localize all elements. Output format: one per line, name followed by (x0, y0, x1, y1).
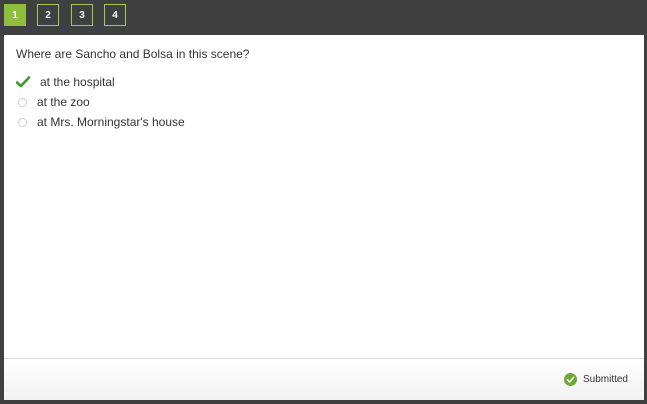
question-nav-bar: 1 2 3 4 (0, 0, 647, 35)
status-footer: Submitted (4, 359, 644, 400)
quiz-window: 1 2 3 4 Where are Sancho and Bolsa in th… (0, 0, 647, 404)
radio-button[interactable] (18, 97, 27, 107)
check-icon (16, 76, 30, 88)
radio-button[interactable] (18, 117, 27, 127)
answer-option-label: at the zoo (37, 95, 90, 109)
question-nav-button-2[interactable]: 2 (37, 4, 59, 26)
answer-option-3[interactable]: at Mrs. Morningstar's house (16, 114, 185, 130)
answer-option-label: at the hospital (40, 75, 115, 89)
question-text: Where are Sancho and Bolsa in this scene… (16, 47, 250, 61)
question-nav-button-3[interactable]: 3 (71, 4, 93, 26)
answer-option-1[interactable]: at the hospital (16, 74, 115, 90)
question-nav-button-4[interactable]: 4 (104, 4, 126, 26)
question-panel: Where are Sancho and Bolsa in this scene… (4, 35, 644, 359)
answer-option-2[interactable]: at the zoo (16, 94, 90, 110)
question-nav-button-1[interactable]: 1 (4, 4, 26, 26)
answer-option-label: at Mrs. Morningstar's house (37, 115, 185, 129)
check-circle-icon (563, 373, 577, 386)
status-label: Submitted (582, 374, 628, 385)
submission-status: Submitted (563, 373, 628, 386)
